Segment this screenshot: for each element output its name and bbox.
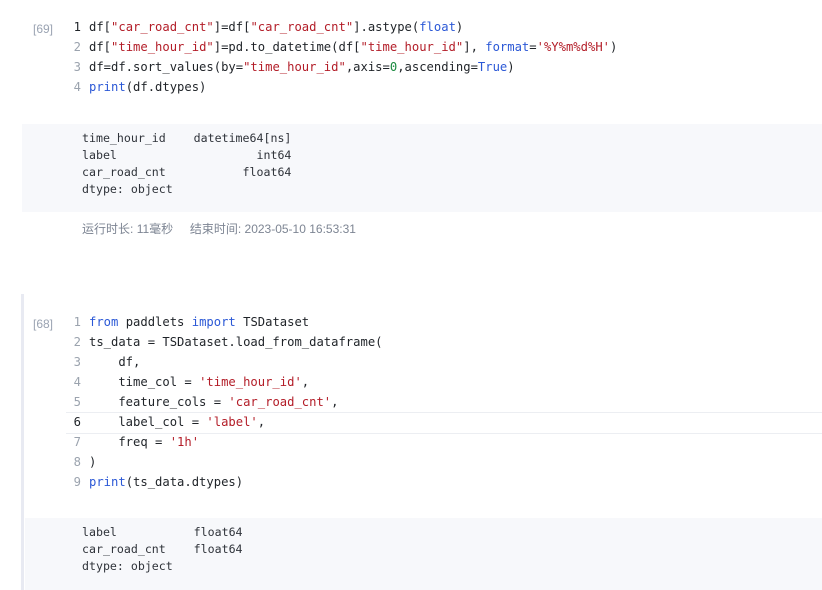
line-number: 7 <box>73 435 81 449</box>
code-token: float <box>419 20 456 34</box>
code-line[interactable]: 9 print(ts_data.dtypes) <box>66 472 822 492</box>
code-token: time_col = <box>89 375 200 389</box>
line-number: 3 <box>73 60 81 74</box>
code-token: paddlets <box>118 315 192 329</box>
code-token: df=df.sort_values(by= <box>89 60 244 74</box>
code-token: ]=pd.to_datetime(df[ <box>213 40 361 54</box>
cell-output: time_hour_id datetime64[ns] label int64 … <box>22 124 822 212</box>
code-token: , <box>331 395 339 409</box>
code-line[interactable]: 2 ts_data = TSDataset.load_from_dataframe… <box>66 332 822 352</box>
code-token: ,ascending= <box>397 60 478 74</box>
end-time-label: 结束时间: <box>189 222 242 236</box>
code-token: "time_hour_id" <box>243 60 346 74</box>
code-token: ) <box>89 455 97 469</box>
code-token: ) <box>507 60 515 74</box>
code-token: ) <box>455 20 464 34</box>
code-token: label_col = <box>89 415 207 429</box>
code-line[interactable]: 4 print(df.dtypes) <box>66 77 822 97</box>
line-number: 4 <box>73 80 81 94</box>
end-time: 2023-05-10 16:53:31 <box>244 222 356 236</box>
code-token: ,axis= <box>345 60 390 74</box>
line-number: 2 <box>73 335 81 349</box>
code-line[interactable]: 3 df, <box>66 352 822 372</box>
code-line[interactable]: 1 from paddlets import TSDataset <box>66 312 822 332</box>
output-text: time_hour_id datetime64[ns] label int64 … <box>82 131 292 196</box>
code-token: ].astype( <box>353 20 420 34</box>
output-text: label float64 car_road_cnt float64 dtype… <box>82 525 243 573</box>
code-token: "time_hour_id" <box>111 40 214 54</box>
code-editor[interactable]: 1 df["car_road_cnt"]=df["car_road_cnt"].a… <box>66 17 822 99</box>
code-token: "time_hour_id" <box>360 40 464 54</box>
code-token: print <box>89 80 126 94</box>
cell-output: label float64 car_road_cnt float64 dtype… <box>25 518 822 590</box>
code-token: ]=df[ <box>213 20 251 34</box>
code-token: import <box>191 315 236 329</box>
code-token: feature_cols = <box>89 395 229 409</box>
code-token: = <box>529 40 537 54</box>
line-number: 1 <box>73 20 81 34</box>
cell-prompt: [68] <box>33 317 54 331</box>
code-token: from <box>89 315 119 329</box>
code-token: TSDataset <box>235 315 310 329</box>
code-token: 'car_road_cnt' <box>228 395 332 409</box>
code-token: freq = <box>89 435 170 449</box>
code-token: "car_road_cnt" <box>111 20 214 34</box>
code-token: True <box>477 60 508 74</box>
line-number: 3 <box>73 355 81 369</box>
line-number: 1 <box>73 315 81 329</box>
code-token: print <box>89 475 126 489</box>
code-token: , <box>301 375 310 389</box>
code-token: "car_road_cnt" <box>250 20 354 34</box>
notebook-cell-69[interactable]: [69] 1 df["car_road_cnt"]=df["car_road_cn… <box>0 0 822 282</box>
line-number: 5 <box>73 395 81 409</box>
line-number: 4 <box>73 375 81 389</box>
notebook-cell-68[interactable]: [68] 1 from paddlets import TSDataset 2 ts_… <box>0 294 822 590</box>
line-number: 2 <box>73 40 81 54</box>
code-token: '%Y%m%d%H' <box>536 40 610 54</box>
code-token: ts_data = TSDataset.load_from_dataframe( <box>89 335 383 349</box>
cell-selection-bar <box>21 294 24 590</box>
code-token: 'time_hour_id' <box>199 375 302 389</box>
code-token: df[ <box>89 40 112 54</box>
execution-info: 运行时长: 11毫秒 结束时间: 2023-05-10 16:53:31 <box>82 220 356 237</box>
code-token: ], <box>463 40 486 54</box>
code-token: '1h' <box>169 435 200 449</box>
line-number: 8 <box>73 455 81 469</box>
code-line[interactable]: 2 df["time_hour_id"]=pd.to_datetime(df["t… <box>66 37 822 57</box>
code-editor[interactable]: 1 from paddlets import TSDataset 2 ts_data … <box>66 312 822 494</box>
code-line[interactable]: 5 feature_cols = 'car_road_cnt', <box>66 392 822 412</box>
code-line[interactable]: 1 df["car_road_cnt"]=df["car_road_cnt"].a… <box>66 17 822 37</box>
line-number: 6 <box>73 415 81 429</box>
code-token: (df.dtypes) <box>125 80 207 94</box>
code-line[interactable]: 6 label_col = 'label', <box>66 412 822 434</box>
code-line[interactable]: 8) <box>66 452 822 472</box>
code-token: df, <box>89 355 141 369</box>
code-token: (ts_data.dtypes) <box>125 475 244 489</box>
line-number: 9 <box>73 475 81 489</box>
code-line[interactable]: 4 time_col = 'time_hour_id', <box>66 372 822 392</box>
code-token: format <box>485 40 530 54</box>
code-token: ) <box>610 40 618 54</box>
exec-duration-label: 运行时长: <box>82 222 134 236</box>
code-line[interactable]: 3 df=df.sort_values(by="time_hour_id",axi… <box>66 57 822 77</box>
cell-prompt: [69] <box>33 22 54 36</box>
code-token: df[ <box>89 20 112 34</box>
code-token: , <box>257 415 266 429</box>
code-line[interactable]: 7 freq = '1h' <box>66 432 822 452</box>
code-token: 'label' <box>206 415 258 429</box>
exec-duration: 11毫秒 <box>136 222 174 236</box>
